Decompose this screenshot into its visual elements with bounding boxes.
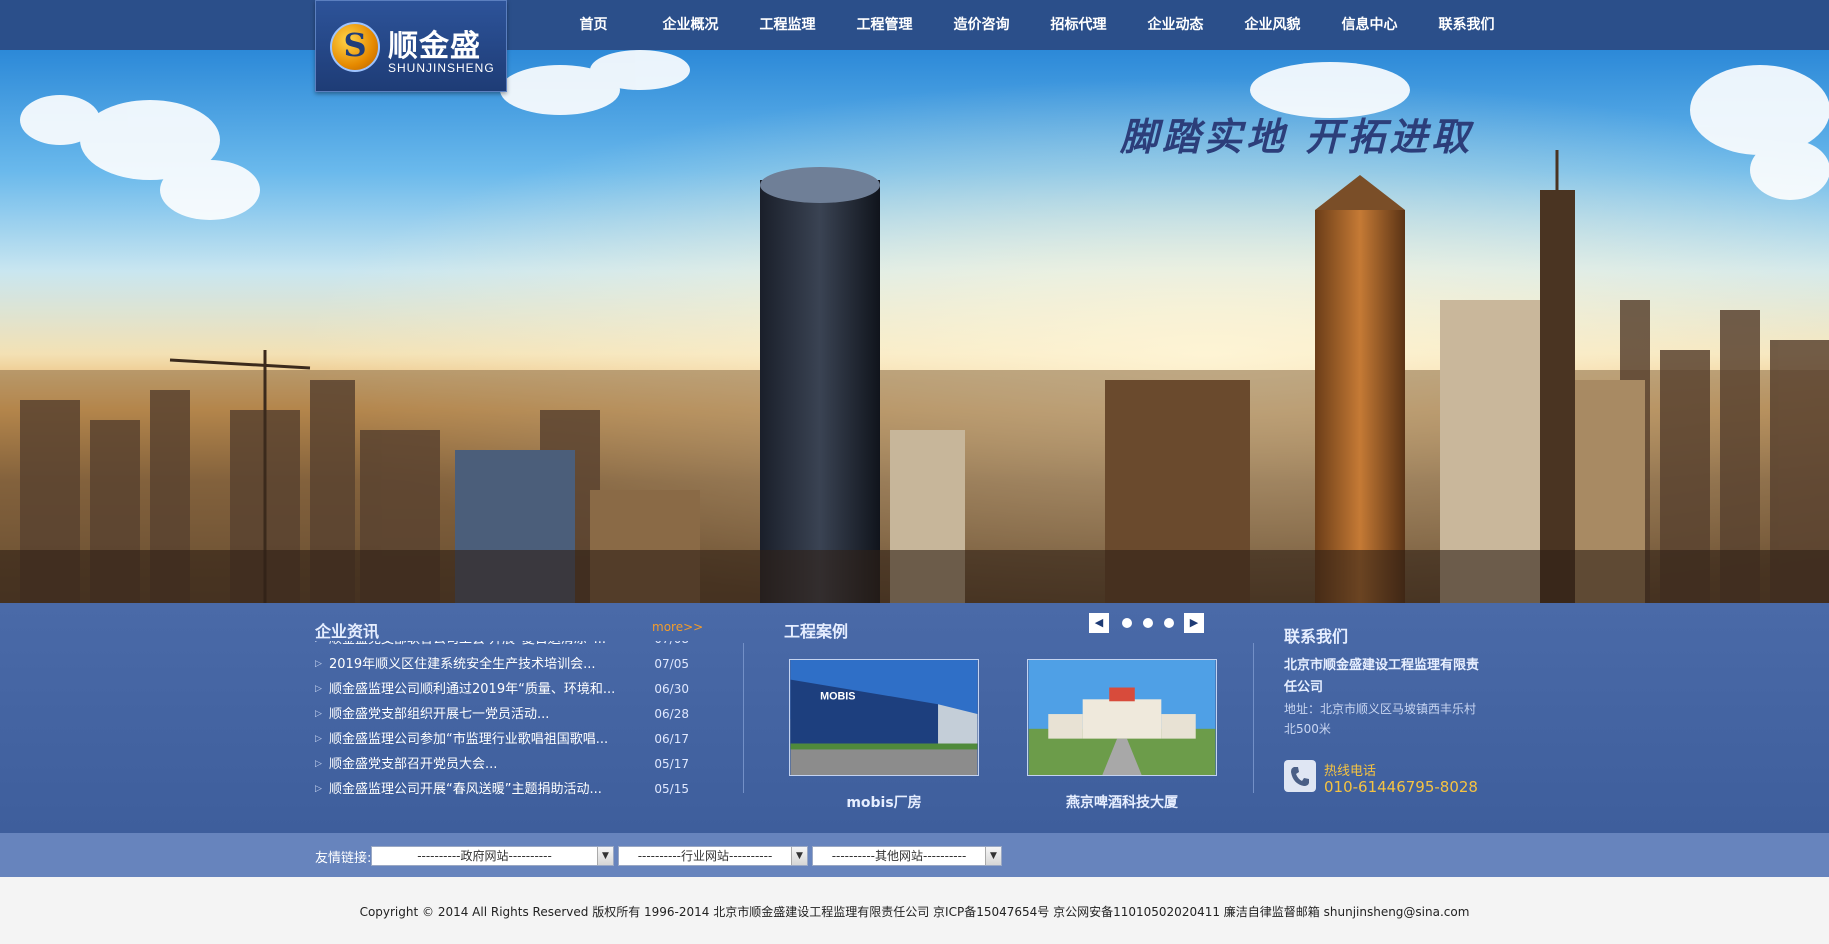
- nav-cost-consulting[interactable]: 造价咨询: [933, 0, 1030, 50]
- city-skyline-image: [0, 50, 1829, 603]
- logo-emblem-icon: S: [330, 22, 380, 72]
- news-item-title[interactable]: 顺金盛党支部组织开展七一党员活动...: [329, 702, 629, 727]
- nav-company-news[interactable]: 企业动态: [1127, 0, 1224, 50]
- nav-company-style[interactable]: 企业风貌: [1224, 0, 1321, 50]
- news-item-date: 05/17: [654, 757, 689, 771]
- friend-links-bar: 友情链接: ----------政府网站---------- ▼ -------…: [0, 833, 1829, 877]
- contact-title: 联系我们: [1284, 627, 1349, 646]
- list-bullet-icon: ▷: [315, 734, 322, 744]
- gov-sites-select[interactable]: ----------政府网站---------- ▼: [371, 846, 614, 866]
- mobis-sign: MOBIS: [820, 690, 855, 702]
- case-card[interactable]: 燕京啤酒科技大厦: [1027, 659, 1217, 812]
- main-nav: 首页 企业概况 工程监理 工程管理 造价咨询 招标代理 企业动态 企业风貌 信息…: [545, 0, 1515, 50]
- list-bullet-icon: ▷: [315, 759, 322, 769]
- news-item-title[interactable]: 顺金盛党支部联合公司工会 开展“夏日送清凉”...: [329, 641, 629, 652]
- case-caption[interactable]: 燕京啤酒科技大厦: [1027, 792, 1217, 812]
- contact-panel: 联系我们 北京市顺金盛建设工程监理有限责任公司 地址：北京市顺义区马坡镇西丰乐村…: [1284, 603, 1484, 833]
- nav-tender-agency[interactable]: 招标代理: [1030, 0, 1127, 50]
- news-item-date: 07/05: [654, 657, 689, 671]
- site-logo[interactable]: S 顺金盛 SHUNJINSHENG: [315, 0, 507, 92]
- logo-name-cn: 顺金盛: [388, 29, 481, 64]
- select-value: ----------其他网站----------: [831, 849, 967, 863]
- chevron-down-icon[interactable]: ▼: [791, 847, 807, 865]
- list-item[interactable]: ▷ 顺金盛监理公司参加“市监理行业歌唱祖国歌唱... 06/17: [315, 727, 700, 752]
- contact-company: 北京市顺金盛建设工程监理有限责任公司: [1284, 658, 1480, 695]
- list-bullet-icon: ▷: [315, 709, 322, 719]
- carousel-prev-icon[interactable]: ◀: [1089, 613, 1109, 633]
- contact-address: 地址：北京市顺义区马坡镇西丰乐村北500米: [1284, 702, 1477, 736]
- chevron-down-icon[interactable]: ▼: [597, 847, 613, 865]
- news-item-title[interactable]: 2019年顺义区住建系统安全生产技术培训会...: [329, 652, 629, 677]
- news-title: 企业资讯: [315, 622, 380, 641]
- list-bullet-icon: ▷: [315, 641, 329, 652]
- news-more-link[interactable]: more>>: [652, 620, 703, 634]
- news-item-title[interactable]: 顺金盛监理公司顺利通过2019年“质量、环境和...: [329, 677, 629, 702]
- list-item[interactable]: ▷ 顺金盛监理公司顺利通过2019年“质量、环境和... 06/30: [315, 677, 700, 702]
- case-card[interactable]: MOBIS mobis厂房: [789, 659, 979, 812]
- news-item-date: 06/30: [654, 682, 689, 696]
- phone-icon: [1284, 760, 1316, 792]
- nav-project-management[interactable]: 工程管理: [836, 0, 933, 50]
- list-bullet-icon: ▷: [315, 659, 322, 669]
- chevron-down-icon[interactable]: ▼: [985, 847, 1001, 865]
- news-item-date: 07/08: [629, 641, 689, 652]
- carousel-dot-2[interactable]: [1143, 618, 1153, 628]
- section-divider: [743, 643, 744, 793]
- nav-project-supervision[interactable]: 工程监理: [739, 0, 836, 50]
- news-item-date: 06/17: [654, 732, 689, 746]
- news-item-title[interactable]: 顺金盛党支部召开党员大会...: [329, 752, 629, 777]
- list-item[interactable]: ▷ 2019年顺义区住建系统安全生产技术培训会... 07/05: [315, 652, 700, 677]
- case-caption[interactable]: mobis厂房: [789, 792, 979, 812]
- news-item-date: 05/15: [654, 782, 689, 796]
- nav-info-center[interactable]: 信息中心: [1321, 0, 1418, 50]
- list-item[interactable]: ▷ 顺金盛党支部召开党员大会... 05/17: [315, 752, 700, 777]
- select-value: ----------行业网站----------: [637, 849, 773, 863]
- cases-panel: 工程案例 ◀ ▶ MOBIS mobis厂房 燕京啤酒科技大厦: [782, 603, 1222, 833]
- hotline-number: 010-61446795-8028: [1324, 778, 1478, 796]
- other-sites-select[interactable]: ----------其他网站---------- ▼: [812, 846, 1002, 866]
- carousel-next-icon[interactable]: ▶: [1184, 613, 1204, 633]
- cases-title: 工程案例: [784, 622, 849, 641]
- news-panel: 企业资讯 more>> ▷ 顺金盛党支部联合公司工会 开展“夏日送清凉”... …: [315, 603, 703, 833]
- section-divider: [1253, 643, 1254, 793]
- news-list: ▷ 顺金盛党支部联合公司工会 开展“夏日送清凉”... 07/08 ▷ 2019…: [315, 641, 700, 821]
- industry-sites-select[interactable]: ----------行业网站---------- ▼: [618, 846, 808, 866]
- list-bullet-icon: ▷: [315, 684, 322, 694]
- select-value: ----------政府网站----------: [417, 849, 552, 863]
- list-bullet-icon: ▷: [315, 784, 322, 794]
- hotline-label: 热线电话: [1324, 764, 1377, 779]
- case-photo-mobis[interactable]: MOBIS: [789, 659, 979, 776]
- friend-links-label: 友情链接:: [315, 851, 372, 866]
- news-item-title[interactable]: 顺金盛监理公司开展“春风送暖”主题捐助活动...: [329, 777, 629, 802]
- list-item[interactable]: ▷ 顺金盛监理公司开展“春风送暖”主题捐助活动... 05/15: [315, 777, 700, 802]
- news-item-date: 06/28: [654, 707, 689, 721]
- nav-company-overview[interactable]: 企业概况: [642, 0, 739, 50]
- nav-contact-us[interactable]: 联系我们: [1418, 0, 1515, 50]
- list-item[interactable]: ▷ 顺金盛党支部组织开展七一党员活动... 06/28: [315, 702, 700, 727]
- copyright-text: Copyright © 2014 All Rights Reserved 版权所…: [359, 905, 1470, 919]
- footer: Copyright © 2014 All Rights Reserved 版权所…: [0, 877, 1829, 944]
- nav-home[interactable]: 首页: [545, 0, 642, 50]
- carousel-dot-1[interactable]: [1122, 618, 1132, 628]
- info-section: 企业资讯 more>> ▷ 顺金盛党支部联合公司工会 开展“夏日送清凉”... …: [0, 603, 1829, 833]
- case-photo-yanjing[interactable]: [1027, 659, 1217, 776]
- banner-slogan: 脚踏实地 开拓进取: [1120, 114, 1474, 159]
- hero-banner: 脚踏实地 开拓进取: [0, 50, 1829, 603]
- list-item[interactable]: ▷ 顺金盛党支部联合公司工会 开展“夏日送清凉”... 07/08: [315, 641, 700, 652]
- logo-name-en: SHUNJINSHENG: [388, 61, 495, 75]
- news-item-title[interactable]: 顺金盛监理公司参加“市监理行业歌唱祖国歌唱...: [329, 727, 629, 752]
- carousel-dot-3[interactable]: [1164, 618, 1174, 628]
